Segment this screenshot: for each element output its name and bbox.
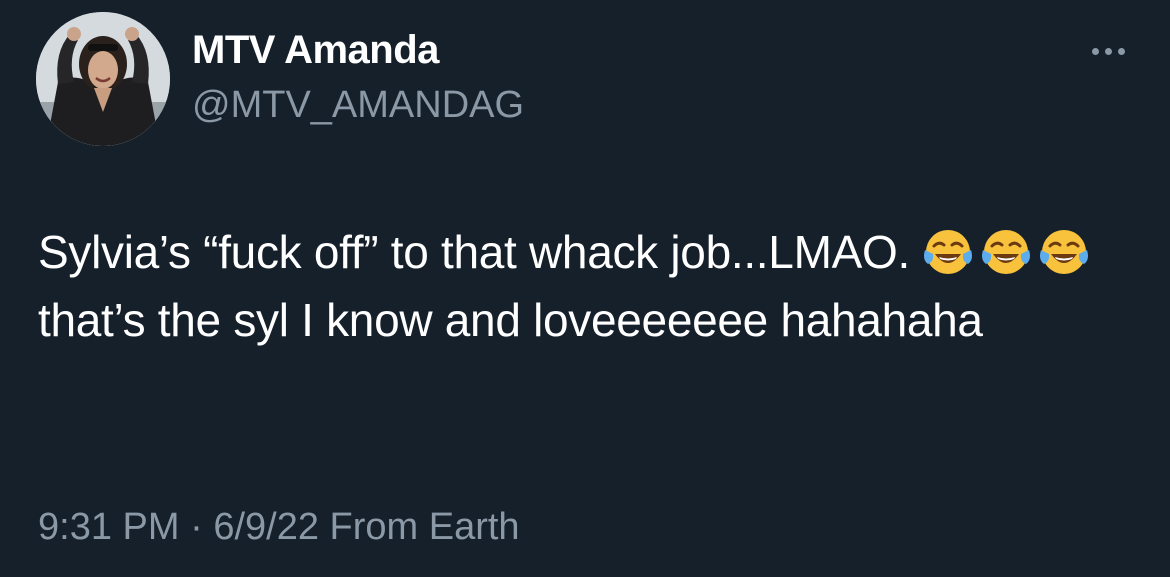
meta-separator: ·: [190, 506, 203, 548]
display-name[interactable]: MTV Amanda: [192, 26, 439, 74]
avatar[interactable]: [36, 12, 170, 146]
tweet-text: Sylvia’s “fuck off” to that whack job...…: [38, 218, 1138, 354]
tweet-text-part: Sylvia’s “fuck off” to that whack job...…: [38, 226, 923, 278]
more-options-button[interactable]: [1080, 38, 1136, 64]
tweet-card: MTV Amanda @MTV_AMANDAG Sylvia’s “fuck o…: [0, 0, 1170, 577]
tweet-text-part: that’s the syl I know and loveeeeeee hah…: [38, 294, 983, 346]
user-handle[interactable]: @MTV_AMANDAG: [192, 82, 524, 128]
more-horizontal-icon: [1091, 47, 1099, 55]
tweet-date[interactable]: 6/9/22: [213, 506, 319, 548]
face-with-tears-of-joy-icon: [1038, 226, 1090, 278]
tweet-time[interactable]: 9:31 PM: [38, 506, 180, 548]
face-with-tears-of-joy-icon: [980, 226, 1032, 278]
tweet-metadata: 9:31 PM · 6/9/22 From Earth: [38, 504, 520, 550]
more-horizontal-icon: [1104, 47, 1112, 55]
profile-photo-icon: [36, 12, 170, 146]
tweet-source: From Earth: [329, 506, 520, 548]
more-horizontal-icon: [1117, 47, 1125, 55]
face-with-tears-of-joy-icon: [922, 226, 974, 278]
